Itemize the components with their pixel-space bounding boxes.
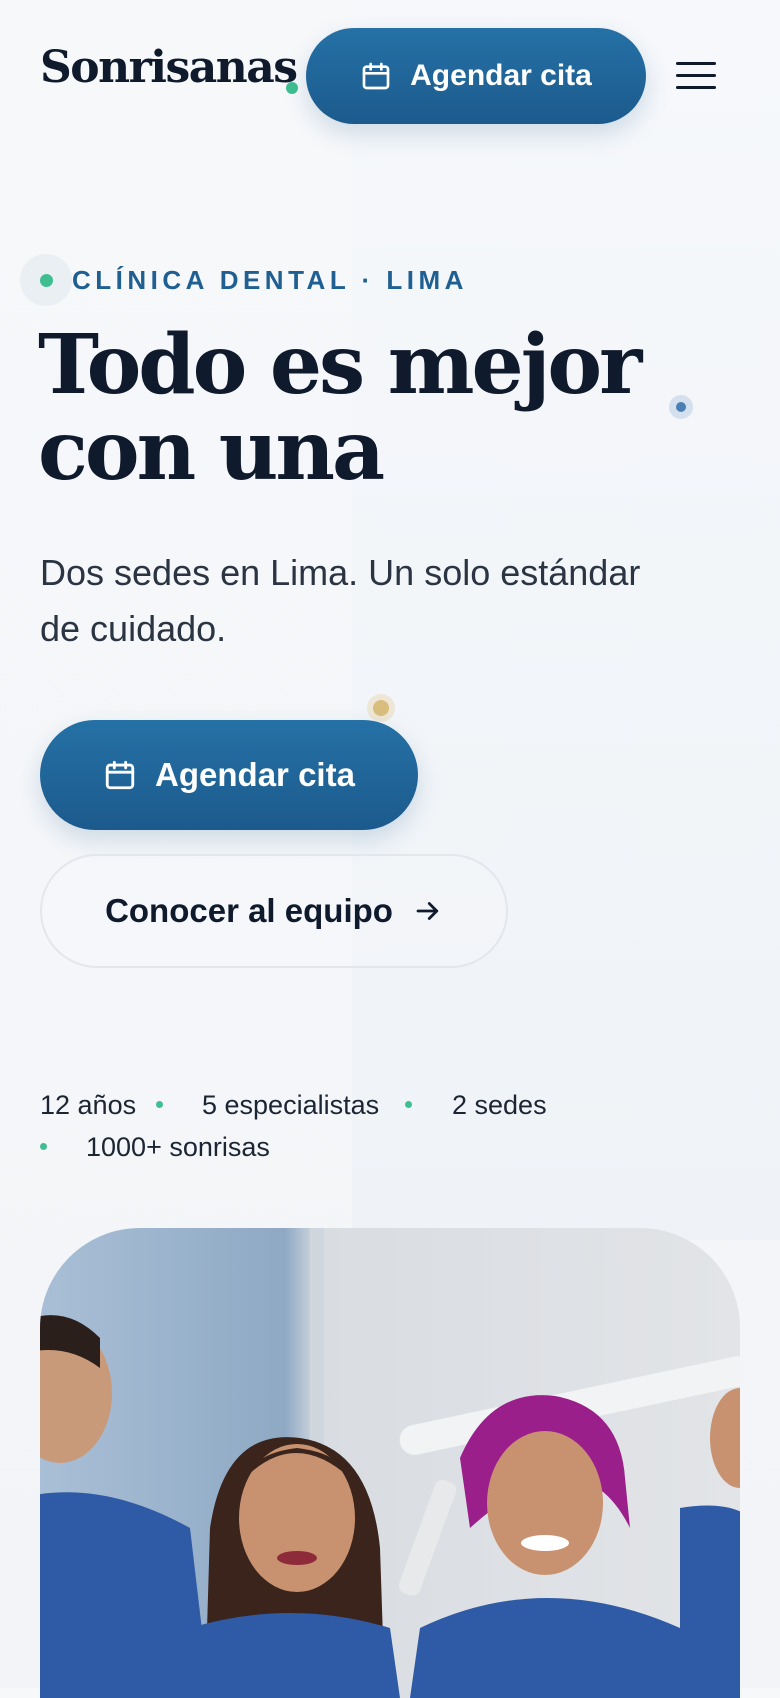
meet-team-button[interactable]: Conocer al equipo xyxy=(40,854,508,968)
stat-smiles: 1000+ sonrisas xyxy=(86,1132,270,1162)
stat-years: 12 años xyxy=(40,1090,137,1120)
hamburger-menu-icon[interactable] xyxy=(676,60,716,92)
brand-logo[interactable]: Sonrisanas xyxy=(40,46,298,90)
calendar-icon xyxy=(105,760,135,790)
team-photo xyxy=(40,1228,740,1698)
decorative-dot xyxy=(676,402,686,412)
team-photo-illustration xyxy=(40,1228,740,1698)
brand-dot xyxy=(286,82,298,94)
hero-eyebrow: CLÍNICA DENTAL · LIMA xyxy=(72,265,468,295)
calendar-icon xyxy=(362,62,390,90)
hero-cta-label: Agendar cita xyxy=(155,756,355,793)
stat-locations: 2 sedes xyxy=(452,1090,547,1120)
stat-separator xyxy=(40,1143,47,1150)
arrow-right-icon xyxy=(416,902,439,920)
hero-book-appointment-button[interactable]: Agendar cita xyxy=(40,720,418,830)
stat-separator xyxy=(156,1101,163,1108)
hero-lead: Dos sedes en Lima. Un solo estándar de c… xyxy=(40,552,641,649)
header-cta-label: Agendar cita xyxy=(410,59,592,92)
hero-headline: Todo es mejor con una xyxy=(38,317,642,499)
meet-team-label: Conocer al equipo xyxy=(105,892,393,929)
stat-specialists: 5 especialistas xyxy=(202,1090,380,1120)
header-book-appointment-button[interactable]: Agendar cita xyxy=(306,28,646,124)
decorative-dot xyxy=(373,700,389,716)
stat-separator xyxy=(405,1101,412,1108)
eyebrow-dot xyxy=(40,274,53,287)
